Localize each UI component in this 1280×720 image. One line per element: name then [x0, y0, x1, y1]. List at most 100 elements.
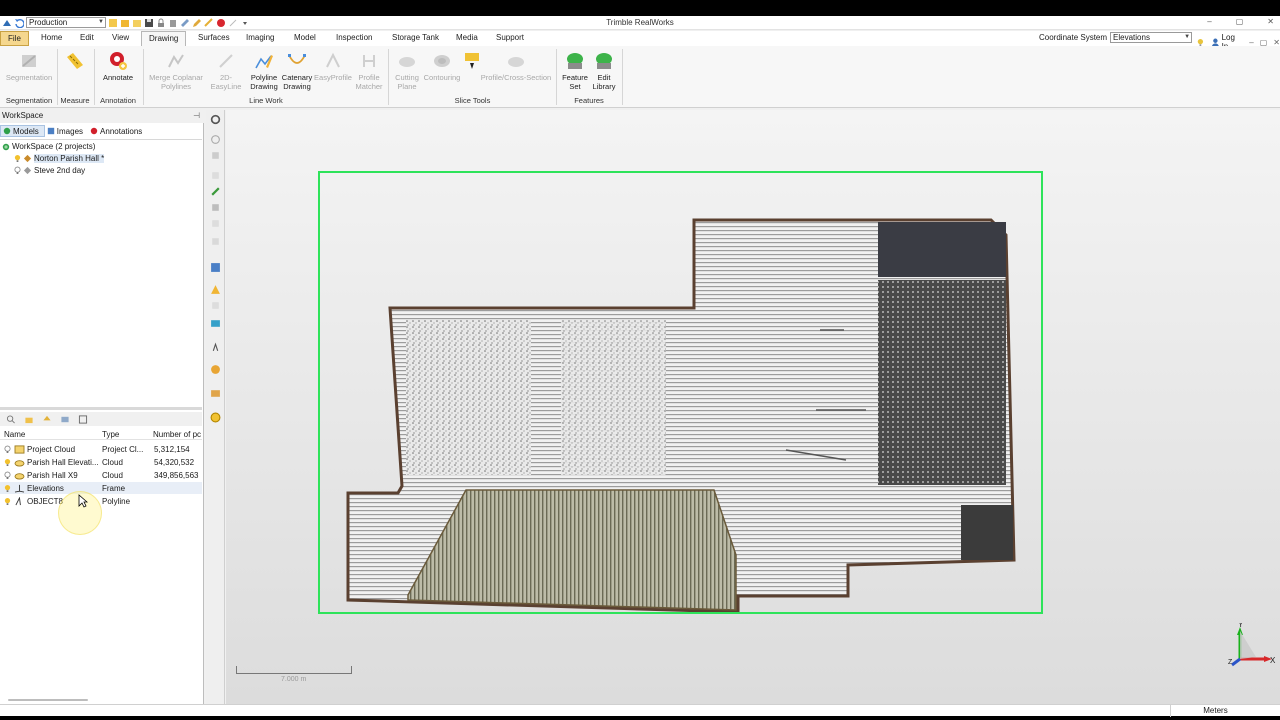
tab-imaging[interactable]: Imaging [246, 33, 274, 42]
fence-icon[interactable] [210, 236, 221, 247]
tab-media[interactable]: Media [456, 33, 478, 42]
cube-icon[interactable] [210, 202, 221, 213]
tab-storage-tank[interactable]: Storage Tank [392, 33, 439, 42]
tab-edit[interactable]: Edit [80, 33, 94, 42]
axis-z-label: Z [1228, 659, 1233, 666]
edit-library-label-2: Library [592, 82, 616, 91]
column-type[interactable]: Type [102, 430, 119, 439]
horizontal-scrollbar[interactable] [8, 699, 88, 701]
images-icon [47, 127, 54, 135]
table-row[interactable]: Project Cloud Project Cl... 5,312,154 [0, 443, 202, 455]
feature-label-1: Feature [562, 73, 588, 82]
annotate-label: Annotate [102, 73, 134, 82]
panel-splitter[interactable] [0, 407, 202, 410]
tree-root[interactable]: WorkSpace (2 projects) [2, 142, 95, 151]
pan-icon[interactable] [210, 150, 221, 161]
view-toolbar [206, 110, 225, 704]
visibility-bulb-icon[interactable] [14, 154, 21, 163]
tab-inspection[interactable]: Inspection [336, 33, 372, 42]
up-arrow-icon[interactable] [42, 415, 52, 424]
annotation-icon[interactable] [210, 364, 221, 375]
select-icon[interactable] [210, 186, 221, 197]
gear-icon[interactable] [210, 114, 221, 125]
merge-polylines-icon [168, 54, 184, 68]
tab-annotations[interactable]: Annotations [88, 125, 147, 137]
layer-icon[interactable] [210, 300, 221, 311]
list-view-icon[interactable] [60, 415, 70, 424]
row-status-icon [4, 497, 11, 508]
tab-view[interactable]: View [112, 33, 129, 42]
row-count: 54,320,532 [154, 458, 195, 467]
segmentation-button[interactable]: Segmentation [4, 51, 54, 82]
table-row[interactable]: OBJECT8 Polyline [0, 495, 202, 507]
elevations-frame[interactable] [318, 171, 1043, 614]
render-icon[interactable] [210, 262, 221, 273]
segmentation-label: Segmentation [5, 73, 53, 82]
rotate-icon[interactable] [210, 134, 221, 145]
polyline-pencil-icon [255, 55, 273, 69]
tab-images[interactable]: Images [45, 125, 88, 137]
annotate-button[interactable]: Annotate [98, 51, 138, 82]
image-icon[interactable] [210, 388, 221, 399]
easyline-button[interactable]: 2D-EasyLine [205, 51, 247, 91]
workspace-icon [2, 143, 10, 150]
cutting-plane-button[interactable]: Cutting Plane [391, 51, 423, 91]
tab-model[interactable]: Model [294, 33, 316, 42]
row-count: 349,856,563 [154, 471, 199, 480]
tree-project-steve[interactable]: Steve 2nd day [14, 166, 85, 175]
search-icon[interactable] [6, 414, 16, 424]
scale-bar [236, 666, 352, 674]
tree-project-norton[interactable]: Norton Parish Hall * [14, 154, 105, 163]
easyprofile-button[interactable]: EasyProfile [313, 51, 353, 82]
tab-drawing[interactable]: Drawing [141, 31, 187, 47]
tab-home[interactable]: Home [41, 33, 62, 42]
pin-icon[interactable]: ⊣ [193, 110, 200, 122]
3d-viewport[interactable]: 7.000 m Y X Z [226, 110, 1280, 704]
tab-support[interactable]: Support [496, 33, 524, 42]
polyline-drawing-button[interactable]: Polyline Drawing [248, 51, 280, 91]
merge-coplanar-button[interactable]: Merge Coplanar Polylines [146, 51, 206, 91]
tab-file[interactable]: File [0, 31, 29, 46]
profile-matcher-icon [363, 55, 375, 67]
visibility-bulb-icon[interactable] [14, 166, 21, 175]
contouring-button[interactable]: Contouring [421, 51, 463, 82]
column-count[interactable]: Number of pc [153, 430, 202, 439]
text-icon[interactable] [210, 342, 221, 353]
row-status-icon [4, 458, 11, 469]
maximize-icon[interactable]: ▢ [1236, 17, 1244, 26]
target-icon[interactable] [210, 412, 221, 423]
feature-set-button[interactable]: Feature Set [560, 51, 590, 91]
box-icon[interactable] [210, 218, 221, 229]
table-row[interactable]: Parish Hall X9 Cloud 349,856,563 [0, 469, 202, 481]
warning-icon[interactable] [210, 284, 221, 295]
row-name: OBJECT8 [27, 497, 64, 506]
profile-cross-section-button[interactable]: Profile/Cross-Section [478, 51, 554, 82]
project-icon [23, 154, 32, 163]
edit-library-button[interactable]: Edit Library [590, 51, 618, 91]
tab-models[interactable]: Models [0, 125, 45, 137]
folder-icon[interactable] [24, 415, 34, 424]
table-row[interactable]: Parish Hall Elevati... Cloud 54,320,532 [0, 456, 202, 468]
cutting-label-2: Plane [397, 82, 417, 91]
window-controls: – ▢ ✕ [1207, 17, 1274, 26]
scale-bar-label: 7.000 m [281, 676, 307, 683]
easyprofile-icon [326, 52, 340, 68]
catenary-drawing-button[interactable]: Catenary Drawing [281, 51, 313, 91]
units-indicator[interactable]: Meters [1170, 705, 1260, 717]
tab-surfaces[interactable]: Surfaces [198, 33, 230, 42]
ribbon: Segmentation Segmentation Measure Annota… [0, 46, 1280, 108]
profile-matcher-button[interactable]: Profile Matcher [352, 51, 386, 91]
close-icon[interactable]: ✕ [1267, 17, 1274, 26]
expand-icon[interactable] [78, 414, 88, 424]
table-row[interactable]: Elevations Frame [0, 482, 202, 494]
measure-button[interactable] [63, 51, 87, 73]
column-name[interactable]: Name [4, 430, 25, 439]
coordinate-system-label: Coordinate System [1039, 33, 1108, 42]
coordinate-system-select[interactable]: Elevations ▼ [1110, 32, 1193, 43]
minimize-icon[interactable]: – [1207, 17, 1211, 26]
group-slice-tools: Slice Tools [454, 96, 491, 105]
color-icon[interactable] [210, 318, 221, 329]
zoom-icon[interactable] [210, 170, 221, 181]
row-type: Frame [102, 484, 126, 493]
row-type: Cloud [102, 458, 123, 467]
